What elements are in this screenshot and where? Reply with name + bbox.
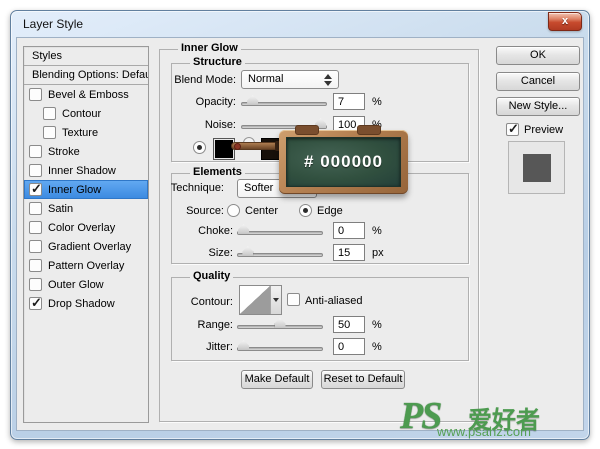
chalkboard-surface: # 000000 [286,137,401,187]
style-checkbox[interactable] [29,145,42,158]
preview-thumbnail [508,141,565,194]
sidebar-item-label: Outer Glow [48,278,104,291]
style-checkbox[interactable] [29,202,42,215]
contour-label: Contour: [190,296,233,308]
styles-header-label: Styles [32,50,62,62]
style-checkbox[interactable] [29,259,42,272]
pointer-stick-tip [234,143,241,150]
sidebar-item-label: Drop Shadow [48,297,115,310]
sidebar-item-inner-shadow[interactable]: Inner Shadow [24,161,148,180]
sidebar-item-label: Texture [62,126,99,139]
style-checkbox[interactable] [29,164,42,177]
style-checkbox[interactable] [43,107,56,120]
make-default-button[interactable]: Make Default [241,370,313,389]
range-slider[interactable] [237,318,323,329]
opacity-label: Opacity: [195,96,236,108]
cancel-button[interactable]: Cancel [496,72,580,91]
range-input[interactable]: 50 [333,316,365,333]
blend-mode-select[interactable]: Normal [241,70,339,89]
structure-group-label: Structure [190,56,245,68]
source-radio-center[interactable] [227,204,240,217]
opacity-input[interactable]: 7 [333,93,365,110]
close-icon[interactable]: x [548,12,582,31]
source-option-label-edge: Edge [317,205,343,217]
watermark-logo: PS [400,395,442,437]
glow-color-radio[interactable] [193,141,206,154]
reset-to-default-button[interactable]: Reset to Default [321,370,405,389]
sidebar-item-label: Satin [48,202,74,215]
noise-label: Noise: [204,119,236,131]
style-checkbox[interactable] [29,240,42,253]
window-title: Layer Style [23,17,84,31]
choke-input[interactable]: 0 [333,222,365,239]
watermark-url: www.psahz.com [437,424,531,439]
chalkboard-tab-left [295,125,319,135]
spin-arrows-icon [323,74,332,86]
style-checkbox[interactable] [29,181,42,197]
style-checkbox[interactable] [29,278,42,291]
hex-value-label: # 000000 [304,152,383,171]
opacity-slider[interactable] [241,95,327,106]
styles-list-header[interactable]: Styles [24,47,148,66]
blend-mode-value: Normal [248,73,284,85]
antialiased-checkbox[interactable] [287,293,300,306]
layer-style-dialog: Layer Style x Styles Blending Options: D… [10,10,590,440]
choke-slider[interactable] [237,224,323,235]
source-option-label-center: Center [245,205,279,217]
sidebar-item-stroke[interactable]: Stroke [24,142,148,161]
style-checkbox[interactable] [29,221,42,234]
style-checkbox[interactable] [29,295,42,311]
preview-swatch [523,154,551,182]
dialog-body: Styles Blending Options: Default Bevel &… [16,37,584,431]
style-checkbox[interactable] [43,126,56,139]
sidebar-item-label: Inner Shadow [48,164,116,177]
sidebar-item-label: Gradient Overlay [48,240,132,253]
style-checkbox[interactable] [29,88,42,101]
quality-group-label: Quality [190,270,234,282]
sidebar-item-label: Contour [62,107,102,120]
chalkboard-overlay: # 000000 [279,125,408,194]
elements-group-label: Elements [190,166,245,178]
opacity-unit: % [372,96,382,108]
size-slider[interactable] [237,246,323,257]
preview-checkbox[interactable] [506,121,519,137]
jitter-slider[interactable] [237,340,323,351]
sidebar-item-label: Color Overlay [48,221,116,234]
sidebar-item-label: Inner Glow [48,183,102,196]
choke-unit: % [372,225,382,237]
range-label: Range: [197,319,233,331]
contour-thumbnail-icon [240,286,270,314]
sidebar-item-label: Stroke [48,145,80,158]
blend-mode-label: Blend Mode: [174,74,236,86]
panel-title: Inner Glow [178,42,241,54]
sidebar-item-label: Bevel & Emboss [48,88,129,101]
technique-value: Softer [244,182,274,194]
sidebar-item-outer-glow[interactable]: Outer Glow [24,275,148,294]
new-style-button[interactable]: New Style... [496,97,580,116]
jitter-label: Jitter: [206,341,233,353]
contour-dropdown-arrow-icon[interactable] [270,286,281,314]
range-unit: % [372,319,382,331]
jitter-input[interactable]: 0 [333,338,365,355]
antialiased-label: Anti-aliased [305,295,363,307]
source-label: Source: [186,205,224,217]
ok-button[interactable]: OK [496,46,580,65]
jitter-unit: % [372,341,382,353]
preview-label: Preview [524,124,564,136]
sidebar-item-label: Pattern Overlay [48,259,125,272]
contour-picker[interactable] [239,285,282,315]
chalkboard-tab-right [357,125,381,135]
choke-label: Choke: [198,225,233,237]
technique-label: Technique: [170,182,224,194]
size-label: Size: [208,247,233,259]
size-unit: px [372,247,384,259]
source-radio-edge[interactable] [299,204,312,217]
size-input[interactable]: 15 [333,244,365,261]
